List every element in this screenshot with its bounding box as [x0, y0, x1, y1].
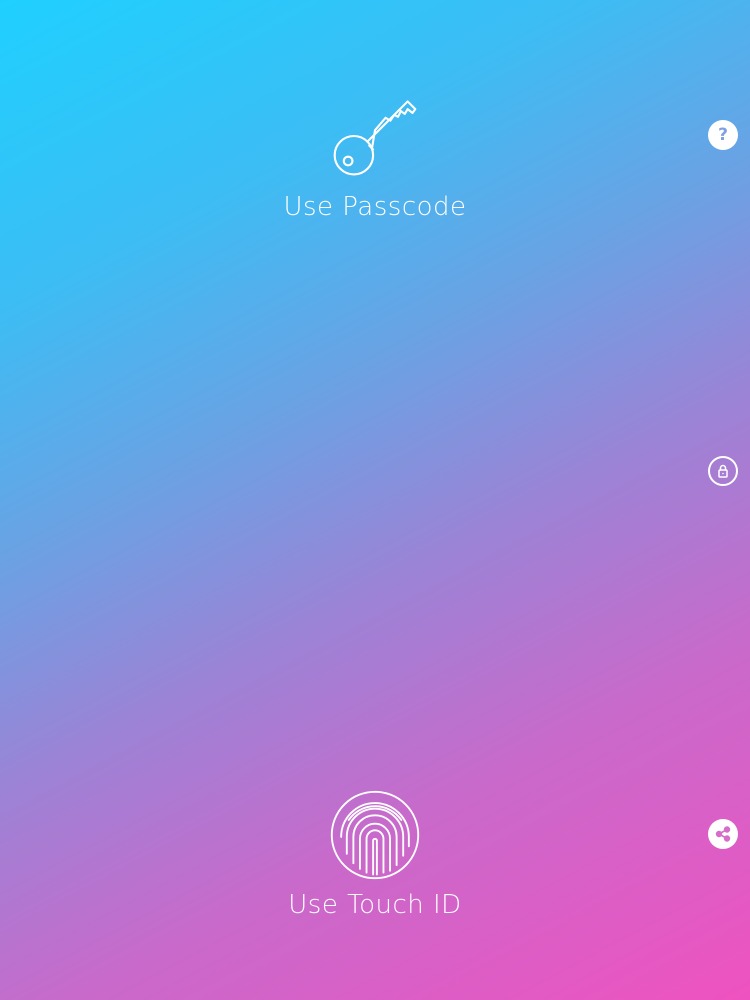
- share-icon: [715, 826, 731, 842]
- use-touch-id-button[interactable]: Use Touch ID: [0, 788, 750, 920]
- use-passcode-button[interactable]: Use Passcode: [0, 88, 750, 222]
- lock-rotation-button[interactable]: [708, 456, 738, 486]
- use-touch-id-label: Use Touch ID: [288, 890, 462, 920]
- help-icon: ?: [718, 124, 728, 145]
- key-icon: [333, 100, 417, 176]
- fingerprint-icon: [330, 790, 420, 880]
- use-passcode-label: Use Passcode: [283, 192, 467, 222]
- help-button[interactable]: ?: [708, 120, 738, 150]
- lock-rotate-icon: [718, 464, 728, 478]
- share-button[interactable]: [708, 819, 738, 849]
